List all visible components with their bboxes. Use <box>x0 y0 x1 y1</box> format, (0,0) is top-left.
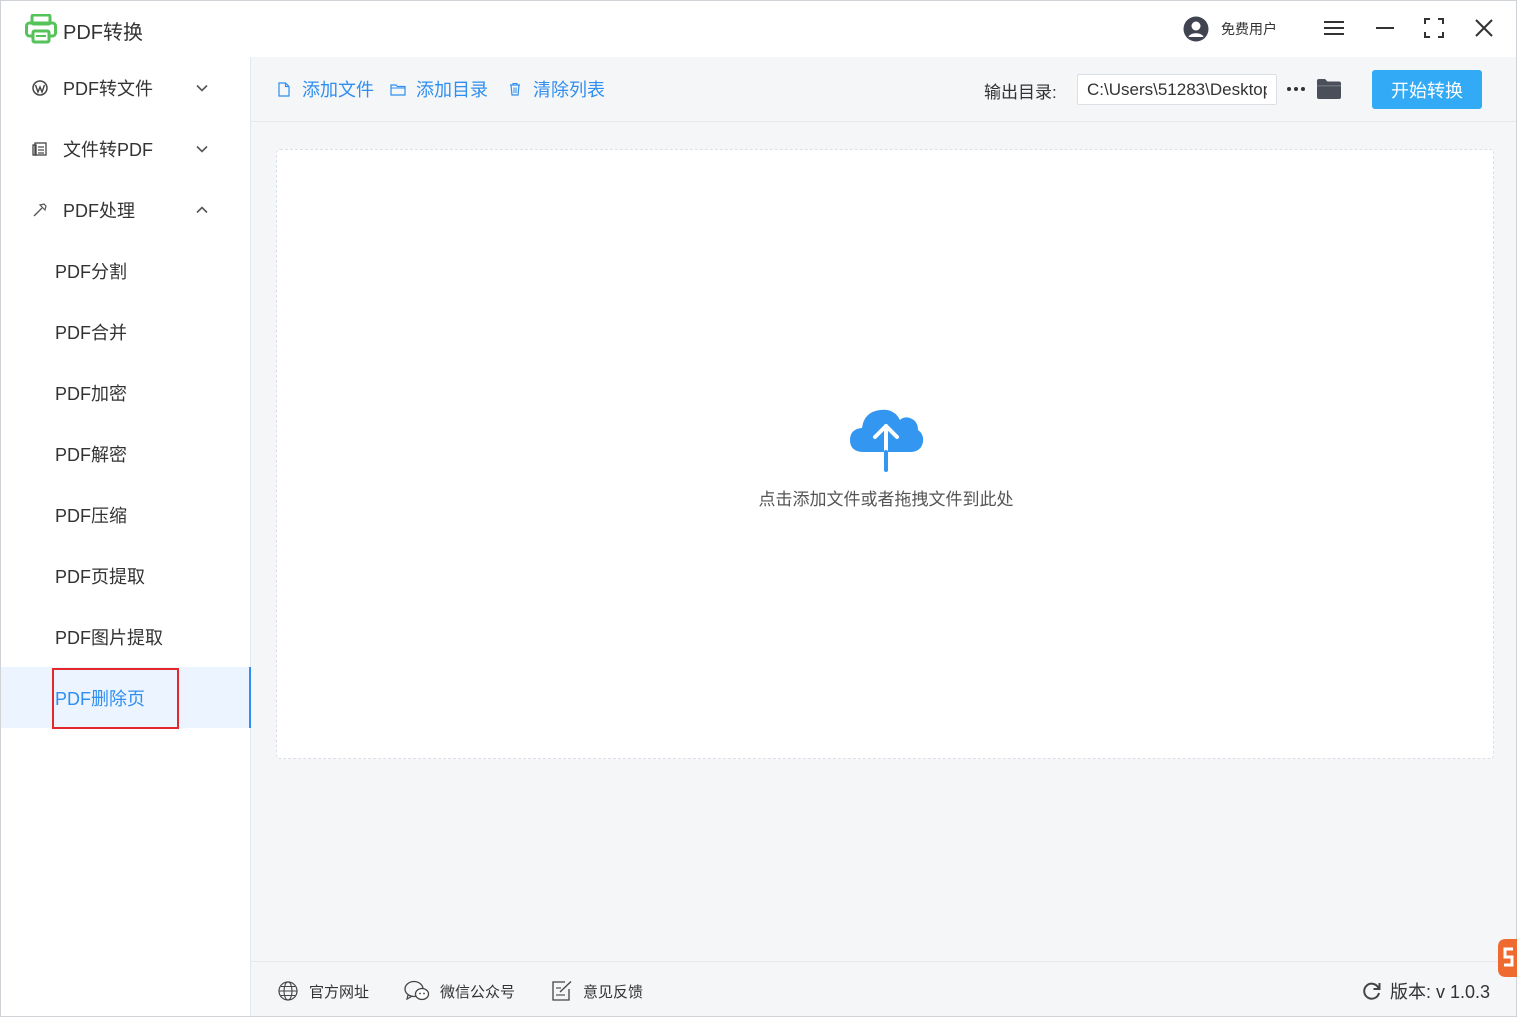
globe-icon <box>277 980 299 1002</box>
sidebar-item-pdf-split[interactable]: PDF分割 <box>1 240 250 301</box>
app-title: PDF转换 <box>63 22 143 44</box>
sidebar-group-file-to-pdf[interactable]: 文件转PDF <box>1 118 250 179</box>
clear-list-label: 清除列表 <box>533 80 605 100</box>
sidebar-group-label: PDF转文件 <box>63 78 153 99</box>
output-directory-label: 输出目录: <box>984 83 1057 102</box>
feedback-link[interactable]: 意见反馈 <box>551 979 643 1003</box>
add-file-button[interactable]: 添加文件 <box>276 77 374 101</box>
minimize-button[interactable] <box>1372 15 1398 41</box>
sidebar-item-label: PDF图片提取 <box>55 627 163 648</box>
title-bar: PDF转换 免费用户 <box>1 1 1516 57</box>
sidebar-item-pdf-delete-page[interactable]: PDF删除页 <box>1 667 251 728</box>
more-dots-icon <box>1287 87 1305 91</box>
wechat-account-link[interactable]: 微信公众号 <box>404 979 515 1003</box>
sidebar-item-label: PDF分割 <box>55 261 127 282</box>
add-directory-label: 添加目录 <box>416 80 488 100</box>
user-label: 免费用户 <box>1221 21 1277 37</box>
menu-button[interactable] <box>1321 15 1347 41</box>
main-panel: 添加文件 添加目录 清除列表 输出目录: C:\Users\51283\Desk… <box>251 57 1516 1016</box>
feedback-edit-icon <box>551 980 573 1002</box>
footer: 官方网址 微信公众号 意见反馈 版本: v 1.0.3 <box>251 961 1516 1016</box>
sidebar-item-label: PDF页提取 <box>55 566 145 587</box>
file-icon <box>276 81 292 97</box>
sidebar-item-pdf-merge[interactable]: PDF合并 <box>1 301 250 362</box>
cloud-upload-icon <box>850 409 924 472</box>
toolbar: 添加文件 添加目录 清除列表 输出目录: C:\Users\51283\Desk… <box>251 57 1516 122</box>
fullscreen-icon <box>1424 18 1444 38</box>
app-window: PDF转换 免费用户 PDF转文件 文件转PDF PDF处理 PDF分割 PDF… <box>0 0 1517 1017</box>
version-label: 版本: v 1.0.3 <box>1390 982 1491 1002</box>
sidebar-item-label: PDF删除页 <box>55 688 145 709</box>
drop-zone-hint: 点击添加文件或者拖拽文件到此处 <box>758 490 1014 509</box>
official-website-link[interactable]: 官方网址 <box>277 979 369 1003</box>
close-button[interactable] <box>1471 15 1497 41</box>
add-directory-button[interactable]: 添加目录 <box>390 77 488 101</box>
add-file-label: 添加文件 <box>302 80 374 100</box>
folder-icon <box>1317 79 1341 99</box>
wordpress-icon <box>31 79 49 97</box>
sidebar-item-label: PDF加密 <box>55 383 127 404</box>
wechat-icon <box>404 980 430 1002</box>
wechat-account-label: 微信公众号 <box>440 983 516 1001</box>
minimize-icon <box>1376 27 1394 29</box>
sidebar-group-label: 文件转PDF <box>63 139 153 160</box>
sidebar-item-pdf-encrypt[interactable]: PDF加密 <box>1 362 250 423</box>
output-directory-input[interactable] <box>1077 74 1277 105</box>
document-icon <box>31 140 49 158</box>
user-avatar-icon <box>1183 16 1209 42</box>
sidebar-item-label: PDF合并 <box>55 322 127 343</box>
sidebar-item-label: PDF压缩 <box>55 505 127 526</box>
chevron-up-icon <box>196 205 208 213</box>
folder-outline-icon <box>390 81 406 97</box>
sidebar-group-label: PDF处理 <box>63 200 135 221</box>
chevron-down-icon <box>196 145 208 153</box>
sidebar-item-pdf-compress[interactable]: PDF压缩 <box>1 484 250 545</box>
refresh-icon <box>1363 982 1381 1000</box>
file-drop-zone[interactable]: 点击添加文件或者拖拽文件到此处 <box>276 149 1494 759</box>
version-info[interactable]: 版本: v 1.0.3 <box>1362 979 1490 1003</box>
official-website-label: 官方网址 <box>309 983 370 1001</box>
sidebar-item-label: PDF解密 <box>55 444 127 465</box>
feedback-label: 意见反馈 <box>583 983 644 1001</box>
sidebar-group-pdf-to-file[interactable]: PDF转文件 <box>1 57 250 118</box>
floating-badge-icon <box>1498 939 1517 977</box>
sidebar-item-pdf-image-extract[interactable]: PDF图片提取 <box>1 606 250 667</box>
fullscreen-button[interactable] <box>1421 15 1447 41</box>
sidebar-item-pdf-decrypt[interactable]: PDF解密 <box>1 423 250 484</box>
user-account[interactable]: 免费用户 <box>1183 16 1277 42</box>
start-convert-button[interactable]: 开始转换 <box>1372 70 1482 109</box>
open-folder-button[interactable] <box>1315 75 1343 103</box>
trash-icon <box>507 81 523 97</box>
printer-logo-icon <box>25 14 57 44</box>
menu-icon <box>1324 21 1344 35</box>
sidebar-item-pdf-page-extract[interactable]: PDF页提取 <box>1 545 250 606</box>
clear-list-button[interactable]: 清除列表 <box>507 77 605 101</box>
sidebar: PDF转文件 文件转PDF PDF处理 PDF分割 PDF合并 PDF加密 PD… <box>1 57 251 1016</box>
close-icon <box>1475 19 1493 37</box>
chevron-down-icon <box>196 84 208 92</box>
tools-icon <box>31 201 49 219</box>
sidebar-group-pdf-processing[interactable]: PDF处理 <box>1 179 250 240</box>
browse-more-button[interactable] <box>1285 75 1307 103</box>
